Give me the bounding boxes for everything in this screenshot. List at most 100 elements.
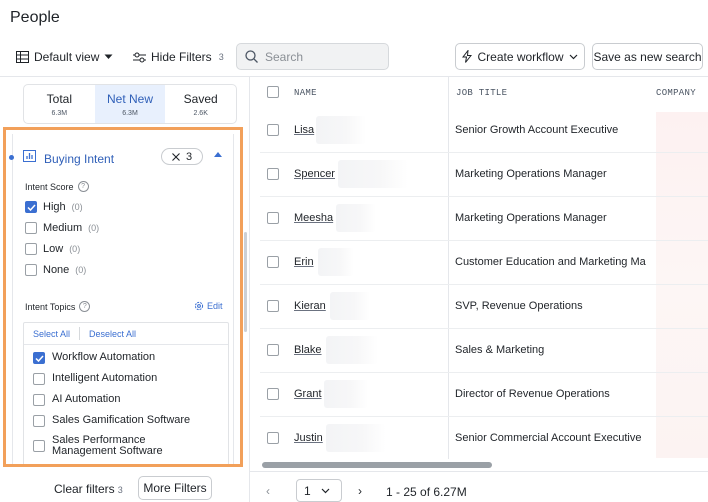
job-title: SVP, Revenue Operations (455, 300, 583, 312)
row-checkbox[interactable] (267, 256, 279, 268)
help-icon[interactable]: ? (79, 301, 91, 312)
stat-total-tab[interactable]: Total 6.3M (24, 85, 95, 123)
hide-filters-count: 3 (218, 52, 224, 62)
row-checkbox[interactable] (267, 212, 279, 224)
checkbox[interactable] (33, 373, 45, 385)
stat-label: Saved (183, 91, 218, 106)
search-input[interactable] (265, 49, 375, 64)
sliders-icon (133, 52, 146, 62)
table-horizontal-scrollbar[interactable] (262, 462, 492, 468)
view-selector-button[interactable]: Default view (16, 45, 113, 69)
create-workflow-label: Create workflow (477, 49, 564, 64)
hide-filters-label: Hide Filters (151, 50, 212, 64)
score-label: Medium (43, 222, 83, 234)
checkbox[interactable] (25, 264, 37, 276)
results-range: 1 - 25 of 6.27M (386, 485, 467, 499)
stat-value: 6.3M (51, 109, 68, 117)
deselect-all-link[interactable]: Deselect All (80, 329, 145, 339)
checkbox[interactable] (25, 243, 37, 255)
score-option-none[interactable]: None (0) (25, 264, 86, 276)
score-label: None (43, 264, 70, 276)
toolbar-divider (0, 76, 708, 77)
redacted-surname (316, 116, 366, 144)
topic-option[interactable]: Workflow Automation (33, 352, 155, 364)
checkbox[interactable] (33, 415, 45, 427)
help-icon[interactable]: ? (77, 181, 89, 192)
bar-chart-icon (23, 150, 36, 162)
person-name-link[interactable]: Kieran (294, 300, 326, 312)
stat-value: 2.6K (193, 109, 208, 117)
table-footer-divider (250, 471, 708, 472)
filter-panel-scrollbar[interactable] (244, 232, 247, 332)
select-all-link[interactable]: Select All (24, 329, 79, 339)
person-name-link[interactable]: Spencer (294, 168, 335, 180)
row-checkbox[interactable] (267, 388, 279, 400)
row-checkbox[interactable] (267, 432, 279, 444)
topic-option[interactable]: Sales Gamification Software (33, 415, 190, 427)
caret-down-icon (104, 54, 113, 59)
score-option-medium[interactable]: Medium (0) (25, 222, 99, 234)
stat-value: 6.3M (122, 109, 138, 117)
caret-up-icon[interactable] (214, 152, 222, 157)
column-header-company[interactable]: COMPANY (656, 88, 696, 98)
person-name-link[interactable]: Blake (294, 344, 322, 356)
column-header-job-title[interactable]: JOB TITLE (456, 88, 507, 98)
select-all-rows-checkbox[interactable] (267, 86, 279, 98)
table-row: Grant Director of Revenue Operations (260, 373, 708, 417)
lightning-icon (462, 50, 473, 63)
next-page-button[interactable]: › (358, 484, 362, 498)
row-checkbox[interactable] (267, 168, 279, 180)
person-name-link[interactable]: Justin (294, 432, 323, 444)
clear-intent-chip[interactable]: 3 (161, 148, 203, 165)
column-header-name[interactable]: NAME (294, 88, 317, 98)
previous-page-button[interactable]: ‹ (266, 484, 270, 498)
active-filter-dot (9, 155, 14, 160)
score-option-high[interactable]: High (0) (25, 201, 83, 213)
topic-label: Intelligent Automation (52, 372, 158, 384)
checkbox[interactable] (25, 222, 37, 234)
clear-filters-button[interactable]: Clear filters 3 (54, 482, 123, 496)
buying-intent-filter-panel: Buying Intent 3 Intent Score ? High (0) … (3, 127, 243, 467)
hide-filters-button[interactable]: Hide Filters 3 (133, 45, 224, 69)
person-name-link[interactable]: Lisa (294, 124, 314, 136)
row-checkbox[interactable] (267, 344, 279, 356)
checkbox[interactable] (33, 352, 45, 364)
table-row: Erin Customer Education and Marketing Ma (260, 241, 708, 285)
topic-option[interactable]: Intelligent Automation (33, 373, 157, 385)
table-row: Blake Sales & Marketing (260, 329, 708, 373)
job-title: Sales & Marketing (455, 344, 545, 356)
search-box (236, 43, 389, 70)
edit-topics-link[interactable]: Edit (194, 301, 223, 311)
check-icon (34, 354, 44, 362)
stat-saved-tab[interactable]: Saved 2.6K (165, 85, 236, 123)
close-icon (172, 152, 180, 161)
intent-score-label: Intent Score ? (25, 181, 89, 192)
checkbox[interactable] (33, 440, 45, 452)
person-name-link[interactable]: Grant (294, 388, 322, 400)
person-name-link[interactable]: Erin (294, 256, 314, 268)
redacted-surname (326, 424, 386, 452)
checkbox[interactable] (25, 201, 37, 213)
panel-divider (249, 77, 250, 502)
topic-option[interactable]: Sales Performance Management Software (33, 435, 183, 457)
edit-label: Edit (207, 301, 223, 311)
person-name-link[interactable]: Meesha (294, 212, 333, 224)
intent-topics-text: Intent Topics (25, 301, 76, 312)
buying-intent-title[interactable]: Buying Intent (44, 152, 114, 166)
row-checkbox[interactable] (267, 300, 279, 312)
create-workflow-button[interactable]: Create workflow (455, 43, 585, 70)
stat-net-new-tab[interactable]: Net New 6.3M (94, 85, 166, 123)
search-icon (245, 50, 258, 63)
score-option-low[interactable]: Low (0) (25, 243, 80, 255)
row-checkbox[interactable] (267, 124, 279, 136)
page-number: 1 (304, 483, 311, 498)
chevron-down-icon (569, 54, 577, 59)
more-filters-button[interactable]: More Filters (138, 476, 212, 500)
checkbox[interactable] (33, 394, 45, 406)
score-label: High (43, 201, 66, 213)
job-title: Director of Revenue Operations (455, 388, 610, 400)
gear-icon (194, 301, 204, 311)
save-as-new-search-button[interactable]: Save as new search (592, 43, 703, 70)
page-select[interactable]: 1 (296, 479, 342, 502)
topic-option[interactable]: AI Automation (33, 394, 121, 406)
